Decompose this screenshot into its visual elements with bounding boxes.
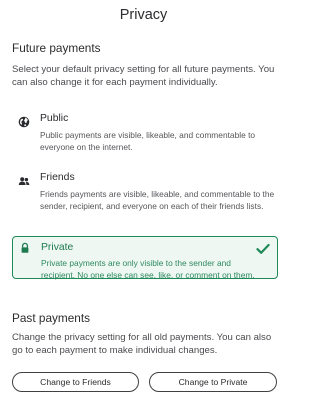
globe-icon [18, 116, 30, 128]
change-to-private-button[interactable]: Change to Private [149, 372, 277, 392]
past-payments-description: Change the privacy setting for all old p… [12, 332, 272, 356]
past-payments-heading: Past payments [12, 311, 91, 325]
option-friends[interactable]: Friends Friends payments are visible, li… [12, 172, 278, 224]
option-friends-title: Friends [40, 172, 75, 183]
option-private[interactable]: Private Private payments are only visibl… [12, 236, 278, 280]
future-payments-description: Select your default privacy setting for … [12, 64, 275, 88]
checkmark-icon [256, 242, 270, 254]
change-to-friends-button[interactable]: Change to Friends [12, 372, 139, 392]
privacy-screen: Privacy Future payments Select your defa… [0, 0, 287, 400]
option-friends-description: Friends payments are visible, likeable, … [40, 189, 275, 211]
option-private-title: Private [41, 242, 74, 253]
future-payments-heading: Future payments [12, 41, 101, 55]
lock-icon [19, 242, 31, 254]
option-public[interactable]: Public Public payments are visible, like… [12, 113, 278, 153]
people-icon [18, 175, 30, 187]
page-title: Privacy [119, 7, 168, 23]
option-private-description: Private payments are only visible to the… [41, 258, 255, 280]
option-public-title: Public [40, 113, 69, 124]
option-public-description: Public payments are visible, likeable, a… [40, 130, 256, 152]
